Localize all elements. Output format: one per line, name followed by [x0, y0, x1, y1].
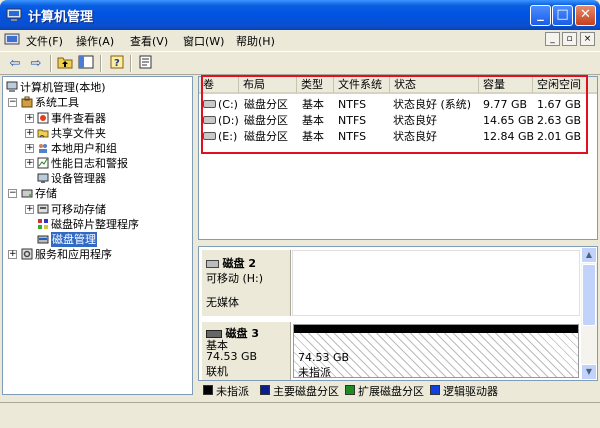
toolbar-separator: [100, 55, 102, 72]
disk-map: 磁盘 2 可移动 (H:) 无媒体 磁盘 3 基本 74.53 GB 联机 74…: [198, 246, 598, 381]
disk-management-icon: [37, 233, 49, 245]
collapse-icon[interactable]: −: [8, 98, 17, 107]
collapse-icon[interactable]: −: [8, 189, 17, 198]
removable-storage-icon: [37, 203, 49, 215]
tree-item-label: 共享文件夹: [51, 127, 106, 140]
performance-icon: [37, 157, 49, 169]
legend: 未指派 主要磁盘分区 扩展磁盘分区 逻辑驱动器: [198, 381, 598, 400]
tree-item-label: 服务和应用程序: [35, 248, 112, 261]
up-folder-icon[interactable]: [56, 55, 74, 72]
scroll-down-icon[interactable]: ▼: [581, 364, 597, 380]
toolbar-separator: [50, 55, 52, 72]
mmc-icon[interactable]: [4, 32, 20, 48]
mdi-minimize-button[interactable]: _: [545, 32, 560, 46]
menu-help[interactable]: 帮助(H): [236, 33, 275, 49]
legend-label: 主要磁盘分区: [273, 385, 339, 398]
mdi-close-button[interactable]: ×: [580, 32, 595, 46]
tree-item-label: 存储: [35, 187, 57, 200]
legend-swatch-primary: [260, 385, 270, 395]
disk-map-scrollbar[interactable]: ▲ ▼: [581, 247, 597, 380]
legend-swatch-extended: [345, 385, 355, 395]
expand-icon[interactable]: +: [25, 144, 34, 153]
scroll-up-icon[interactable]: ▲: [581, 247, 597, 263]
window-title: 计算机管理: [28, 10, 94, 25]
storage-icon: [21, 187, 33, 199]
partition-state: 未指派: [298, 366, 331, 379]
menu-file[interactable]: 文件(F): [26, 33, 63, 49]
svg-text:?: ?: [114, 58, 120, 69]
legend-label: 扩展磁盘分区: [358, 385, 424, 398]
partition-header-bar: [294, 325, 578, 333]
expand-icon[interactable]: +: [25, 114, 34, 123]
unallocated-partition[interactable]: 74.53 GB 未指派: [293, 324, 579, 379]
legend-swatch-unallocated: [203, 385, 213, 395]
expand-icon[interactable]: +: [25, 205, 34, 214]
forward-arrow-icon[interactable]: ⇨: [27, 55, 45, 72]
tree-item-label: 本地用户和组: [51, 142, 117, 155]
tools-icon: [21, 96, 33, 108]
close-button[interactable]: ✕: [575, 5, 596, 26]
disk-2-name: 磁盘 2: [222, 257, 256, 270]
device-manager-icon: [37, 172, 49, 184]
shared-folder-icon: [37, 127, 49, 139]
maximize-button[interactable]: □: [552, 5, 573, 26]
mdi-restore-button[interactable]: ▫: [562, 32, 577, 46]
toolbar-separator: [130, 55, 132, 72]
event-viewer-icon: [37, 112, 49, 124]
highlight-box: [201, 75, 588, 154]
tree-item-label: 计算机管理(本地): [20, 81, 106, 94]
menu-bar: 文件(F) 操作(A) 查看(V) 窗口(W) 帮助(H) _ ▫ ×: [0, 30, 600, 51]
partition-size: 74.53 GB: [298, 351, 350, 364]
legend-label: 逻辑驱动器: [443, 385, 498, 398]
disk-3-size: 74.53 GB: [206, 350, 258, 363]
disk-3-state: 联机: [206, 365, 228, 378]
disk-3-info[interactable]: 磁盘 3 基本 74.53 GB 联机: [202, 322, 291, 380]
tree-item-label: 磁盘碎片整理程序: [51, 218, 139, 231]
status-bar: [0, 402, 600, 428]
toolbar: ⇦ ⇨ ?: [0, 51, 600, 75]
tree-item-label: 设备管理器: [51, 172, 106, 185]
properties-icon[interactable]: [137, 55, 155, 72]
disk-2-type: 可移动 (H:): [206, 272, 264, 285]
console-tree: 计算机管理(本地) − 系统工具 + 事件查看器 + 共享文件夹 + 本地用户和…: [2, 76, 193, 395]
disk-3-name: 磁盘 3: [225, 327, 259, 340]
menu-window[interactable]: 窗口(W): [183, 33, 224, 49]
removable-disk-icon: [206, 260, 219, 268]
computer-icon: [6, 81, 18, 93]
show-hide-tree-icon[interactable]: [77, 55, 95, 72]
disk-2-info[interactable]: 磁盘 2 可移动 (H:) 无媒体: [202, 250, 291, 316]
disk-2-volume-area: [292, 250, 580, 316]
defrag-icon: [37, 218, 49, 230]
menu-view[interactable]: 查看(V): [130, 33, 168, 49]
computer-management-icon: [6, 7, 22, 23]
tree-item-label: 事件查看器: [51, 112, 106, 125]
disk-2-media: 无媒体: [206, 296, 239, 309]
expand-icon[interactable]: +: [25, 129, 34, 138]
legend-swatch-logical: [430, 385, 440, 395]
tree-item-label: 系统工具: [35, 96, 79, 109]
scroll-thumb[interactable]: [582, 264, 596, 326]
legend-label: 未指派: [216, 385, 249, 398]
tree-item-label: 磁盘管理: [51, 232, 97, 247]
tree-item-label: 性能日志和警报: [51, 157, 128, 170]
services-icon: [21, 248, 33, 260]
minimize-button[interactable]: _: [530, 5, 551, 26]
back-arrow-icon[interactable]: ⇦: [6, 55, 24, 72]
help-icon[interactable]: ?: [108, 55, 126, 72]
expand-icon[interactable]: +: [8, 250, 17, 259]
menu-action[interactable]: 操作(A): [76, 33, 114, 49]
users-icon: [37, 142, 49, 154]
tree-item-label: 可移动存储: [51, 203, 106, 216]
expand-icon[interactable]: +: [25, 159, 34, 168]
